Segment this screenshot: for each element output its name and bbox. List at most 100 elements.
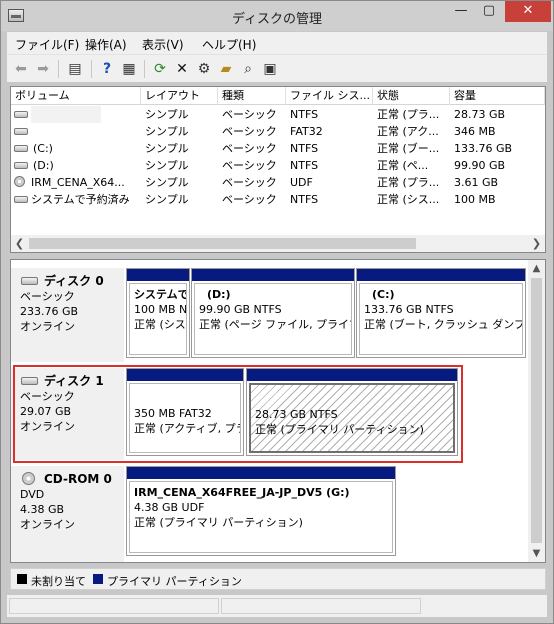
- scrollbar-thumb[interactable]: [29, 238, 416, 249]
- menu-bar: ファイル(F) 操作(A) 表示(V) ヘルプ(H): [7, 32, 547, 54]
- table-row[interactable]: シンプル ベーシック NTFS 正常 (プラ... 28.73 GB: [11, 106, 545, 123]
- refresh-icon[interactable]: ⟳: [150, 59, 170, 79]
- legend: 未割り当て プライマリ パーティション: [10, 568, 546, 590]
- menu-view[interactable]: 表示(V): [142, 36, 184, 53]
- horizontal-scrollbar[interactable]: ❮ ❯: [11, 235, 545, 252]
- toolbar: ⬅ ➡ ▤ ? ▦ ⟳ ✕ ⚙ ▰ ⌕ ▣: [7, 54, 547, 82]
- volume-list[interactable]: ボリューム レイアウト 種類 ファイル シス... 状態 容量 シンプル ベーシ…: [10, 86, 546, 253]
- column-layout[interactable]: レイアウト: [141, 87, 218, 105]
- menu-help[interactable]: ヘルプ(H): [202, 36, 256, 53]
- table-row[interactable]: (C:) シンプル ベーシック NTFS 正常 (ブー... 133.76 GB: [11, 140, 545, 157]
- partition-name: (D:): [207, 288, 231, 301]
- toolbar-separator: [58, 60, 59, 78]
- arrow-left-icon[interactable]: ⬅: [11, 59, 31, 79]
- column-capacity[interactable]: 容量: [450, 87, 545, 105]
- scroll-left-arrow-icon[interactable]: ❮: [11, 235, 28, 252]
- maximize-button[interactable]: ▢: [475, 1, 503, 22]
- partition-bar: [127, 269, 189, 281]
- partition-d[interactable]: (D:) 99.90 GB NTFS 正常 (ページ ファイル, プライマ: [191, 268, 355, 358]
- drive-icon: [14, 111, 28, 118]
- partition-c[interactable]: (C:) 133.76 GB NTFS 正常 (ブート, クラッシュ ダンプ, …: [356, 268, 526, 358]
- disk-0[interactable]: ディスク 0 ベーシック 233.76 GB オンライン システムで 100 M…: [11, 268, 527, 362]
- legend-swatch-unallocated: [17, 574, 27, 584]
- disk-size: 4.38 GB: [20, 503, 65, 516]
- scroll-up-arrow-icon[interactable]: ▲: [528, 260, 545, 277]
- column-status[interactable]: 状態: [373, 87, 450, 105]
- cell-capacity: 3.61 GB: [454, 176, 499, 189]
- cell-status: 正常 (プラ...: [377, 176, 440, 189]
- legend-label-unallocated: 未割り当て: [31, 575, 86, 588]
- toolbar-separator: [91, 60, 92, 78]
- arrow-right-icon[interactable]: ➡: [33, 59, 53, 79]
- partition-name: システムで: [134, 288, 187, 301]
- disk-state: オンライン: [20, 320, 75, 333]
- cell-capacity: 28.73 GB: [454, 108, 506, 121]
- search-icon[interactable]: ⌕: [238, 59, 258, 79]
- volume-settings-icon[interactable]: ▣: [260, 59, 280, 79]
- partition-system-reserved[interactable]: システムで 100 MB N 正常 (シス: [126, 268, 190, 358]
- properties-icon[interactable]: ▦: [119, 59, 139, 79]
- table-row[interactable]: (D:) シンプル ベーシック NTFS 正常 (ペ... 99.90 GB: [11, 157, 545, 174]
- partition-size: 133.76 GB NTFS: [364, 303, 454, 316]
- cell-layout: シンプル: [145, 193, 189, 206]
- cell-capacity: 346 MB: [454, 125, 496, 138]
- cell-status: 正常 (シス...: [377, 193, 440, 206]
- disk-name: CD-ROM 0: [44, 472, 112, 486]
- menu-file[interactable]: ファイル(F): [15, 36, 79, 53]
- disk-0-label[interactable]: ディスク 0 ベーシック 233.76 GB オンライン: [11, 268, 124, 362]
- status-segment: [221, 598, 421, 614]
- cell-type: ベーシック: [222, 176, 277, 189]
- disk-management-window: ディスクの管理 — ▢ ✕ ファイル(F) 操作(A) 表示(V) ヘルプ(H)…: [0, 0, 554, 624]
- cell-volume: [31, 106, 101, 123]
- column-volume[interactable]: ボリューム: [11, 87, 141, 105]
- drive-icon: [14, 145, 28, 152]
- cell-volume: IRM_CENA_X64...: [31, 176, 125, 189]
- status-bar: [7, 595, 547, 617]
- scrollbar-thumb[interactable]: [531, 278, 542, 543]
- cell-filesystem: NTFS: [290, 142, 319, 155]
- partition-status: 正常 (プライマリ パーティション): [134, 516, 303, 529]
- partition-size: 4.38 GB UDF: [134, 501, 205, 514]
- legend-swatch-primary: [93, 574, 103, 584]
- partition-bar: [357, 269, 525, 281]
- cell-filesystem: NTFS: [290, 108, 319, 121]
- table-row[interactable]: シンプル ベーシック FAT32 正常 (アク... 346 MB: [11, 123, 545, 140]
- cell-capacity: 100 MB: [454, 193, 496, 206]
- table-row[interactable]: システムで予約済み シンプル ベーシック NTFS 正常 (シス... 100 …: [11, 191, 545, 208]
- table-row[interactable]: IRM_CENA_X64... シンプル ベーシック UDF 正常 (プラ...…: [11, 174, 545, 191]
- menu-action[interactable]: 操作(A): [85, 36, 127, 53]
- partition-size: 99.90 GB NTFS: [199, 303, 282, 316]
- cell-layout: シンプル: [145, 125, 189, 138]
- cdrom-0-label[interactable]: CD-ROM 0 DVD 4.38 GB オンライン: [11, 466, 124, 562]
- hard-disk-icon: [21, 277, 38, 285]
- open-folder-icon[interactable]: ▰: [216, 59, 236, 79]
- cdrom-0[interactable]: CD-ROM 0 DVD 4.38 GB オンライン IRM_CENA_X64F…: [11, 466, 527, 562]
- close-button[interactable]: ✕: [505, 1, 551, 22]
- scroll-down-arrow-icon[interactable]: ▼: [528, 545, 545, 562]
- partition-status: 正常 (シス: [134, 318, 186, 331]
- settings-icon[interactable]: ⚙: [194, 59, 214, 79]
- partition-cd-g[interactable]: IRM_CENA_X64FREE_JA-JP_DV5 (G:) 4.38 GB …: [126, 466, 396, 556]
- cd-icon: [14, 176, 25, 187]
- partition-bar: [127, 467, 395, 479]
- cell-filesystem: FAT32: [290, 125, 323, 138]
- cell-capacity: 99.90 GB: [454, 159, 506, 172]
- partition-bar: [192, 269, 354, 281]
- cell-layout: シンプル: [145, 176, 189, 189]
- disk-kind: ベーシック: [20, 290, 75, 303]
- cell-filesystem: NTFS: [290, 193, 319, 206]
- cell-status: 正常 (アク...: [377, 125, 439, 138]
- cell-capacity: 133.76 GB: [454, 142, 513, 155]
- minimize-button[interactable]: —: [447, 1, 475, 22]
- console-tree-icon[interactable]: ▤: [65, 59, 85, 79]
- delete-icon[interactable]: ✕: [172, 59, 192, 79]
- column-type[interactable]: 種類: [218, 87, 286, 105]
- cell-volume: (D:): [33, 159, 54, 172]
- cell-type: ベーシック: [222, 159, 277, 172]
- vertical-scrollbar[interactable]: ▲ ▼: [528, 260, 545, 562]
- cell-layout: シンプル: [145, 108, 189, 121]
- cell-type: ベーシック: [222, 108, 277, 121]
- scroll-right-arrow-icon[interactable]: ❯: [528, 235, 545, 252]
- column-filesystem[interactable]: ファイル シス...: [286, 87, 373, 105]
- help-icon[interactable]: ?: [97, 59, 117, 79]
